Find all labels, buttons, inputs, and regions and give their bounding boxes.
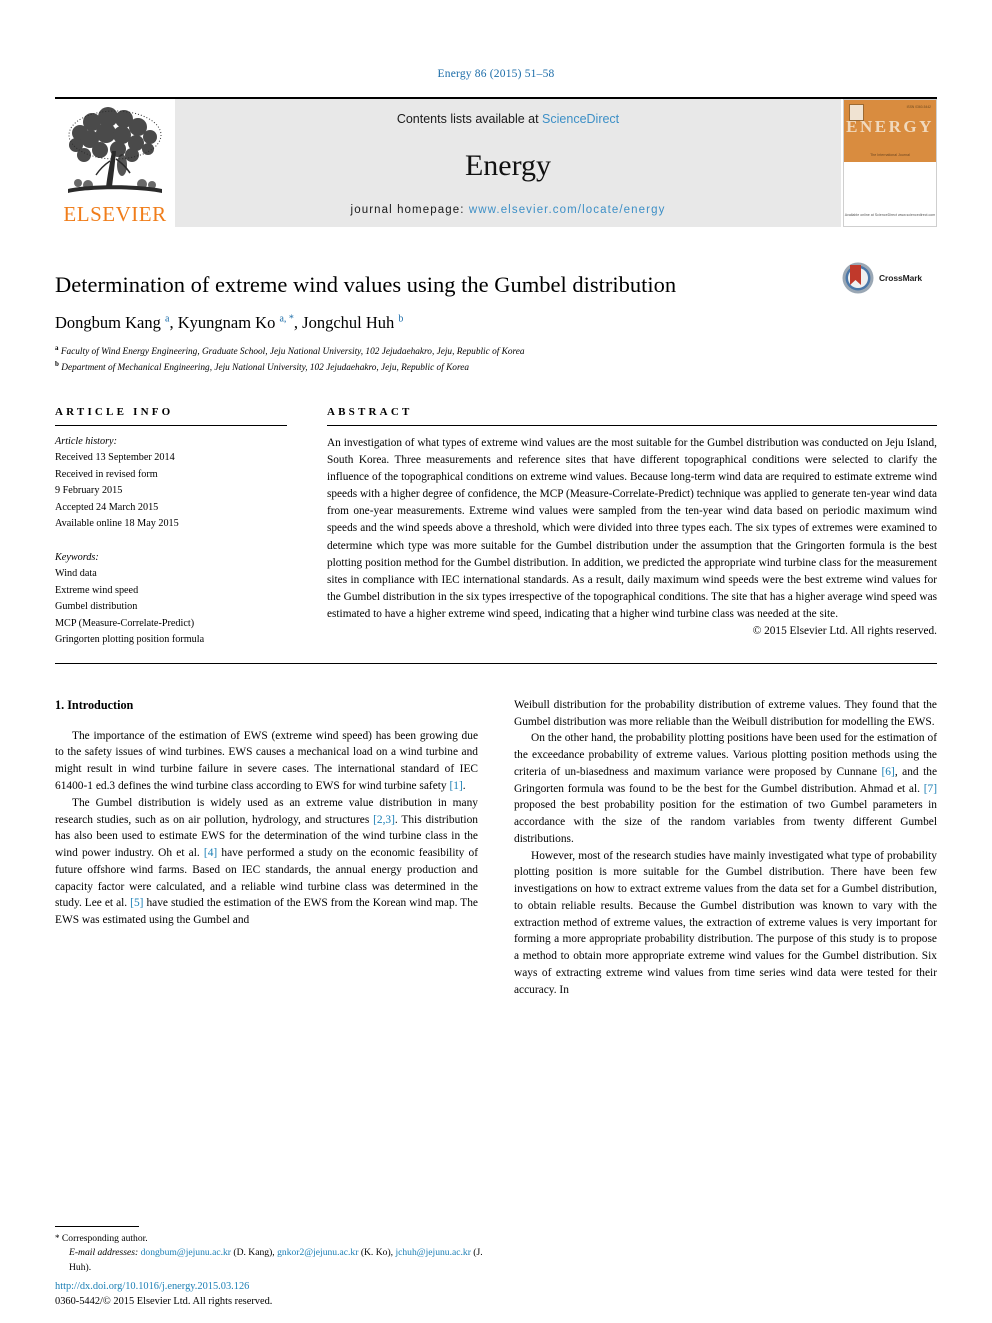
keywords-label: Keywords: xyxy=(55,551,99,563)
email-link[interactable]: dongbum@jejunu.ac.kr xyxy=(141,1247,231,1258)
article-info-heading: ARTICLE INFO xyxy=(55,406,287,426)
citation-link[interactable]: [7] xyxy=(924,783,937,795)
sciencedirect-link[interactable]: ScienceDirect xyxy=(542,112,619,126)
crossmark-icon xyxy=(842,262,874,294)
homepage-label: journal homepage: xyxy=(350,204,469,216)
email-person: (D. Kang) xyxy=(233,1247,273,1259)
elsevier-wordmark: ELSEVIER xyxy=(63,202,167,226)
corresponding-author-note: * Corresponding author. xyxy=(55,1232,485,1246)
email-addresses-note: E-mail addresses: dongbum@jejunu.ac.kr (… xyxy=(69,1247,483,1273)
email-person: (K. Ko) xyxy=(360,1247,391,1259)
footer-block: http://dx.doi.org/10.1016/j.energy.2015.… xyxy=(55,1279,272,1309)
issn-copyright-line: 0360-5442/© 2015 Elsevier Ltd. All right… xyxy=(55,1295,273,1307)
contents-prefix: Contents lists available at xyxy=(396,112,543,126)
page-title: Determination of extreme wind values usi… xyxy=(55,272,677,297)
affiliation-mark: b xyxy=(55,360,59,369)
author-marks: a, * xyxy=(279,313,294,325)
cover-footer-text: Available online at ScienceDirect www.sc… xyxy=(844,212,936,217)
history-item: Received 13 September 2014 xyxy=(55,452,175,464)
email-addresses-label: E-mail addresses: xyxy=(69,1247,139,1259)
cover-subtitle: The International Journal xyxy=(870,153,910,157)
article-info-column: ARTICLE INFO Article history: Received 1… xyxy=(55,406,287,649)
body-paragraph: On the other hand, the probability plott… xyxy=(514,732,938,845)
abstract-text: An investigation of what types of extrem… xyxy=(327,436,937,621)
history-item: Available online 18 May 2015 xyxy=(55,518,179,530)
affiliation-item: a Faculty of Wind Energy Engineering, Gr… xyxy=(55,343,937,360)
author-name: Kyungnam Ko xyxy=(177,313,276,333)
elsevier-logo: ELSEVIER xyxy=(55,99,175,227)
section-heading-introduction: 1. Introduction xyxy=(55,697,134,712)
asterisk-icon: * xyxy=(55,1232,60,1243)
crossmark-label: CrossMark xyxy=(879,273,923,283)
body-column-right: Weibull distribution for the probability… xyxy=(514,697,937,999)
homepage-url-link[interactable]: www.elsevier.com/locate/energy xyxy=(469,204,666,216)
keyword-item: MCP (Measure-Correlate-Predict) xyxy=(55,617,195,629)
crossmark-badge[interactable]: CrossMark xyxy=(841,261,937,295)
title-block: CrossMark Determination of extreme wind … xyxy=(55,262,937,376)
keyword-item: Gumbel distribution xyxy=(55,601,138,613)
body-paragraph: However, most of the research studies ha… xyxy=(514,849,937,996)
contents-available-line: Contents lists available at ScienceDirec… xyxy=(397,112,619,126)
keyword-item: Gringorten plotting position formula xyxy=(55,634,205,646)
citation-link[interactable]: [5] xyxy=(130,897,143,909)
affiliation-text: Department of Mechanical Engineering, Je… xyxy=(61,363,469,374)
cover-title: ENERGY xyxy=(846,117,934,136)
cover-top-block: ISSN 0360-5442 ENERGY The International … xyxy=(844,100,936,162)
affiliation-list: a Faculty of Wind Energy Engineering, Gr… xyxy=(55,343,937,376)
footnote-divider xyxy=(55,1225,139,1227)
article-history-label: Article history: xyxy=(55,435,117,447)
author-item: Dongbum Kang a xyxy=(55,313,169,332)
body-columns: 1. Introduction The importance of the es… xyxy=(55,697,937,999)
keyword-list: Keywords: Wind data Extreme wind speed G… xyxy=(55,550,287,649)
email-link[interactable]: gnkor2@jejunu.ac.kr xyxy=(277,1247,358,1258)
article-history: Article history: Received 13 September 2… xyxy=(55,426,287,649)
journal-banner: Contents lists available at ScienceDirec… xyxy=(175,99,841,227)
doi-link[interactable]: http://dx.doi.org/10.1016/j.energy.2015.… xyxy=(55,1279,272,1294)
author-item: Kyungnam Ko a, * xyxy=(178,313,294,332)
author-name: Jongchul Huh xyxy=(302,313,395,333)
footnote-block: * Corresponding author. E-mail addresses… xyxy=(55,1225,485,1275)
citation-link[interactable]: [4] xyxy=(204,847,217,859)
cover-issn: ISSN 0360-5442 xyxy=(906,105,931,109)
author-marks: a xyxy=(165,313,170,325)
author-list: Dongbum Kang a, Kyungnam Ko a, *, Jongch… xyxy=(55,313,404,333)
body-column-left: 1. Introduction The importance of the es… xyxy=(55,697,478,999)
history-item: Received in revised form xyxy=(55,468,158,480)
article-page: Energy 86 (2015) 51–58 ELSEVIER Contents… xyxy=(0,0,992,1323)
abstract-bottom-divider xyxy=(55,662,937,664)
journal-cover-thumbnail: ISSN 0360-5442 ENERGY The International … xyxy=(843,99,937,227)
journal-homepage-line: journal homepage: www.elsevier.com/locat… xyxy=(351,204,666,216)
corresponding-author-text: Corresponding author. xyxy=(61,1232,148,1244)
citation-link[interactable]: [2,3] xyxy=(373,814,395,826)
affiliation-mark: a xyxy=(55,343,59,352)
body-paragraph: The Gumbel distribution is widely used a… xyxy=(55,796,478,927)
body-paragraph: The importance of the estimation of EWS … xyxy=(55,729,478,792)
elsevier-tree-icon xyxy=(68,107,162,193)
abstract-copyright: © 2015 Elsevier Ltd. All rights reserved… xyxy=(752,625,937,638)
keyword-item: Wind data xyxy=(55,568,97,580)
info-abstract-section: ARTICLE INFO Article history: Received 1… xyxy=(55,406,937,649)
abstract-column: ABSTRACT An investigation of what types … xyxy=(327,406,937,649)
history-item: Accepted 24 March 2015 xyxy=(55,501,159,513)
citation-link[interactable]: [6] xyxy=(882,766,895,778)
journal-title: Energy xyxy=(464,149,552,182)
author-name: Dongbum Kang xyxy=(55,313,161,333)
email-link[interactable]: jchuh@jejunu.ac.kr xyxy=(395,1247,470,1258)
abstract-heading: ABSTRACT xyxy=(327,406,937,426)
body-paragraph: Weibull distribution for the probability… xyxy=(514,698,937,728)
history-item: 9 February 2015 xyxy=(55,485,123,497)
running-head: Energy 86 (2015) 51–58 xyxy=(437,68,555,80)
keyword-item: Extreme wind speed xyxy=(55,584,139,596)
affiliation-text: Faculty of Wind Energy Engineering, Grad… xyxy=(60,346,525,357)
journal-masthead: ELSEVIER Contents lists available at Sci… xyxy=(55,97,937,227)
affiliation-item: b Department of Mechanical Engineering, … xyxy=(55,359,937,376)
cover-bottom-block: Available online at ScienceDirect www.sc… xyxy=(844,162,936,226)
author-marks: b xyxy=(398,313,404,325)
author-item: Jongchul Huh b xyxy=(302,313,403,332)
citation-link[interactable]: [1] xyxy=(449,780,462,792)
